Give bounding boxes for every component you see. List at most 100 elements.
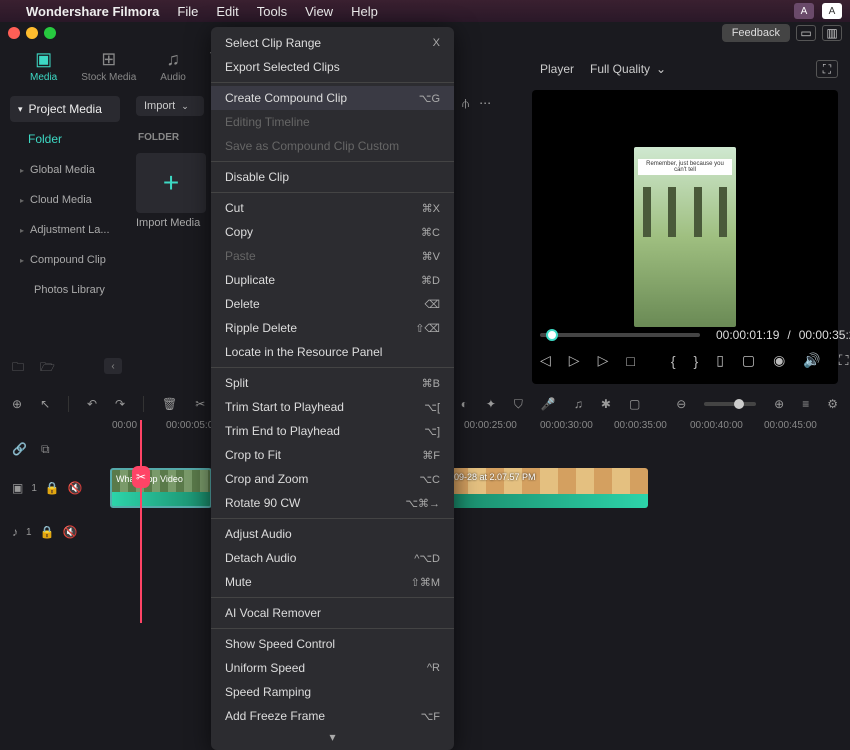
ctx-item-locate-in-the-resource-panel[interactable]: Locate in the Resource Panel	[211, 340, 454, 364]
zoom-window-icon[interactable]	[44, 27, 56, 39]
feedback-button[interactable]: Feedback	[722, 24, 790, 42]
ai-icon[interactable]: ✱	[601, 397, 611, 411]
delete-icon[interactable]: 🗑	[162, 397, 177, 411]
menu-edit[interactable]: Edit	[216, 4, 238, 19]
lock-icon[interactable]: 🔒	[40, 525, 55, 539]
sidebar-item-compound-clip[interactable]: Compound Clip	[10, 246, 120, 274]
snapshot-icon[interactable]: ◉	[773, 352, 785, 369]
prev-frame-icon[interactable]: ◁	[540, 352, 551, 369]
ctx-item-copy[interactable]: Copy⌘C	[211, 220, 454, 244]
more-icon[interactable]: ⋯	[479, 96, 491, 111]
ctx-item-mute[interactable]: Mute⇧⌘M	[211, 570, 454, 594]
ctx-item-uniform-speed[interactable]: Uniform Speed^R	[211, 656, 454, 680]
music-icon[interactable]: ♫	[574, 397, 583, 411]
timeline-clip-2[interactable]: 09-28 at 2.07.57 PM	[450, 468, 648, 508]
ctx-item-crop-to-fit[interactable]: Crop to Fit⌘F	[211, 443, 454, 467]
layout-icon[interactable]: ▭	[796, 25, 816, 41]
import-dropdown[interactable]: Import ⌄	[136, 96, 204, 116]
redo-icon[interactable]: ↷	[115, 397, 125, 411]
undo-icon[interactable]: ↶	[87, 397, 97, 411]
tab-stock-media[interactable]: ⊞ Stock Media	[69, 45, 148, 87]
audio-track-icon[interactable]: ♪	[12, 525, 18, 539]
marker-icon[interactable]: ▢	[629, 397, 640, 411]
collapse-sidebar-icon[interactable]: ‹	[104, 358, 122, 374]
folder-open-icon[interactable]: 🗀	[12, 358, 24, 379]
ctx-item-cut[interactable]: Cut⌘X	[211, 196, 454, 220]
filter-icon[interactable]: ⫛	[462, 96, 469, 111]
settings-icon[interactable]: ⚙	[827, 397, 838, 411]
menu-tools[interactable]: Tools	[257, 4, 287, 19]
cut-icon[interactable]: ✂	[195, 397, 205, 411]
ctx-item-add-freeze-frame[interactable]: Add Freeze Frame⌥F	[211, 704, 454, 728]
ctx-item-trim-start-to-playhead[interactable]: Trim Start to Playhead⌥[	[211, 395, 454, 419]
sidebar-item-cloud-media[interactable]: Cloud Media	[10, 186, 120, 214]
mute-icon[interactable]: 🔇	[63, 525, 78, 539]
menu-scroll-down-icon[interactable]: ▾	[211, 728, 454, 746]
video-track-icon[interactable]: ▣	[12, 481, 23, 495]
menu-view[interactable]: View	[305, 4, 333, 19]
ctx-item-detach-audio[interactable]: Detach Audio^⌥D	[211, 546, 454, 570]
ctx-item-ripple-delete[interactable]: Ripple Delete⇧⌫	[211, 316, 454, 340]
ctx-item-export-selected-clips[interactable]: Export Selected Clips	[211, 55, 454, 79]
shield-icon[interactable]: ⛉	[514, 397, 523, 412]
display-icon[interactable]: ▢	[742, 352, 755, 369]
app-name[interactable]: Wondershare Filmora	[26, 4, 159, 19]
zoom-in-icon[interactable]: ⊕	[774, 397, 784, 411]
ctx-item-split[interactable]: Split⌘B	[211, 371, 454, 395]
fullscreen-icon[interactable]: ⛶	[839, 352, 849, 369]
menubar-app-icon[interactable]: A	[794, 3, 814, 19]
layout-icon-2[interactable]: ▥	[822, 25, 842, 41]
play-icon[interactable]: ▷	[569, 352, 580, 369]
playback-slider[interactable]	[540, 333, 700, 337]
view-list-icon[interactable]: ≡	[802, 397, 809, 411]
sidebar-item-adjustment-layer[interactable]: Adjustment La...	[10, 216, 120, 244]
mute-icon[interactable]: 🔇	[68, 481, 83, 495]
close-window-icon[interactable]	[8, 27, 20, 39]
magnet-icon[interactable]: ⊕	[12, 397, 22, 411]
ctx-item-speed-ramping[interactable]: Speed Ramping	[211, 680, 454, 704]
mic-icon[interactable]: 🎤	[541, 397, 556, 411]
volume-icon[interactable]: 🔊	[803, 352, 820, 369]
mark-in-icon[interactable]: {	[671, 353, 676, 369]
next-frame-icon[interactable]: ▷	[598, 352, 609, 369]
sidebar-item-photos-library[interactable]: Photos Library	[10, 276, 120, 304]
menu-help[interactable]: Help	[351, 4, 378, 19]
menubar-app-icon-2[interactable]: A	[822, 3, 842, 19]
menu-file[interactable]: File	[177, 4, 198, 19]
lock-icon[interactable]: 🔒	[45, 481, 60, 495]
zoom-slider[interactable]	[704, 402, 756, 406]
ctx-item-show-speed-control[interactable]: Show Speed Control	[211, 632, 454, 656]
ctx-item-disable-clip[interactable]: Disable Clip	[211, 165, 454, 189]
playhead[interactable]: ✂	[140, 420, 142, 623]
folder-label[interactable]: Folder	[10, 124, 120, 154]
ctx-separator	[211, 192, 454, 193]
folder-add-icon[interactable]: 🗁	[40, 358, 55, 379]
snapshot-icon[interactable]: ⛶	[816, 60, 838, 78]
tab-media[interactable]: ▣ Media	[18, 45, 69, 87]
ctx-item-delete[interactable]: Delete⌫	[211, 292, 454, 316]
playhead-grip-icon[interactable]: ✂	[132, 466, 150, 488]
timeline-clip-1[interactable]: WhatsApp Video	[110, 468, 212, 508]
import-media-button[interactable]: +	[136, 153, 206, 213]
ctx-item-crop-and-zoom[interactable]: Crop and Zoom⌥C	[211, 467, 454, 491]
sidebar-item-global-media[interactable]: Global Media	[10, 156, 120, 184]
ctx-item-select-clip-range[interactable]: Select Clip RangeX	[211, 31, 454, 55]
zoom-out-icon[interactable]: ⊖	[676, 397, 686, 411]
ctx-item-duplicate[interactable]: Duplicate⌘D	[211, 268, 454, 292]
effect-icon[interactable]: ✦	[486, 397, 496, 411]
mark-out-icon[interactable]: }	[694, 353, 699, 369]
pointer-icon[interactable]: ↖	[40, 397, 50, 411]
color-icon[interactable]: ◐	[461, 397, 468, 411]
ctx-item-create-compound-clip[interactable]: Create Compound Clip⌥G	[211, 86, 454, 110]
ratio-icon[interactable]: ▯	[716, 352, 724, 369]
quality-select[interactable]: Full Quality ⌄	[590, 62, 666, 76]
project-media-select[interactable]: ▾ Project Media	[10, 96, 120, 122]
ctx-item-trim-end-to-playhead[interactable]: Trim End to Playhead⌥]	[211, 419, 454, 443]
tab-audio[interactable]: ♫ Audio	[148, 45, 198, 87]
ctx-item-label: Crop to Fit	[225, 448, 281, 462]
ctx-item-rotate-90-cw[interactable]: Rotate 90 CW⌥⌘→	[211, 491, 454, 515]
ctx-item-adjust-audio[interactable]: Adjust Audio	[211, 522, 454, 546]
ctx-item-ai-vocal-remover[interactable]: AI Vocal Remover	[211, 601, 454, 625]
minimize-window-icon[interactable]	[26, 27, 38, 39]
stop-icon[interactable]: □	[626, 353, 634, 369]
